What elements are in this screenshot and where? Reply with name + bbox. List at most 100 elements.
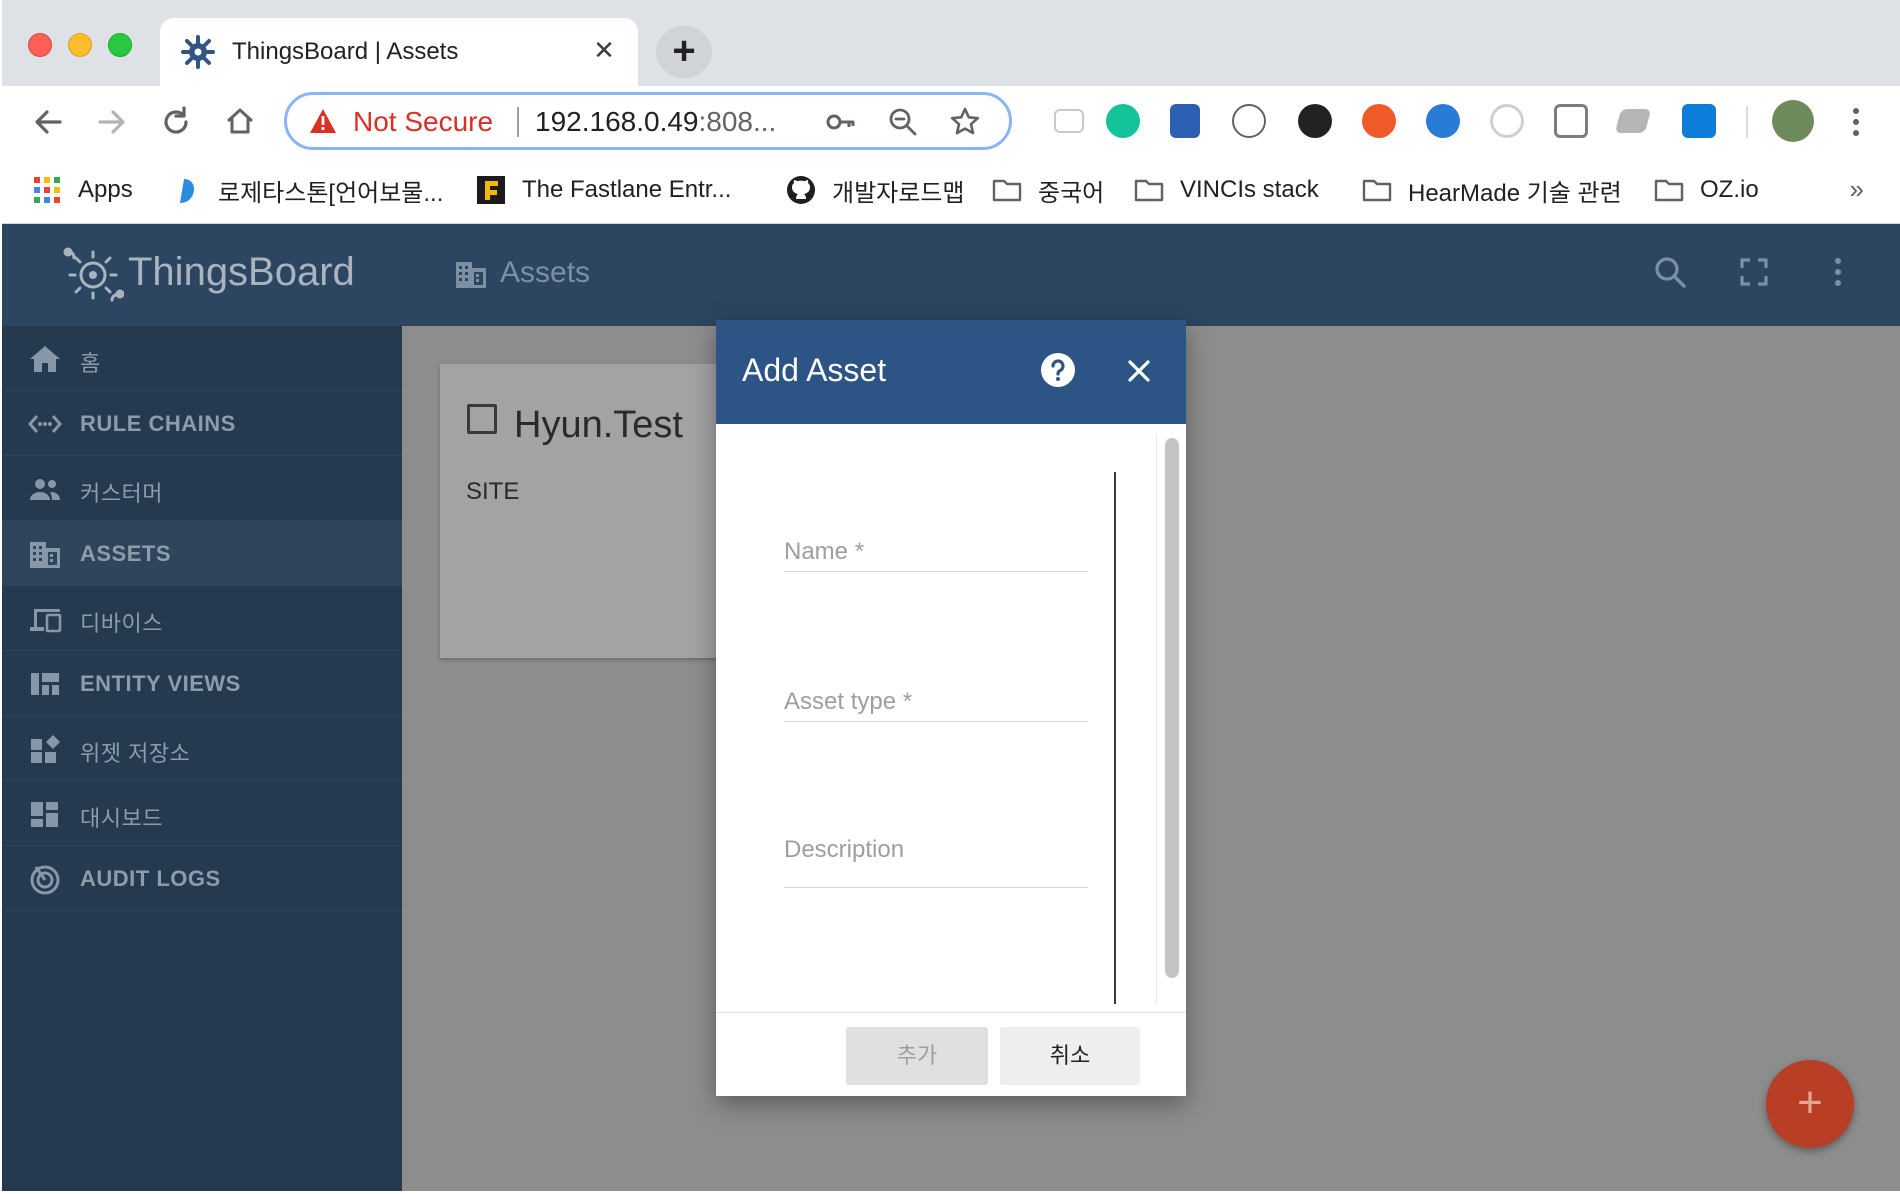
grammarly-icon[interactable]	[1106, 104, 1140, 138]
sidebar-item-label: ASSETS	[80, 541, 172, 566]
lifebuoy-extension-icon[interactable]	[1362, 104, 1396, 138]
close-window-button[interactable]	[28, 33, 52, 57]
zoom-out-icon[interactable]	[887, 106, 919, 138]
bookmark-folder-ozio[interactable]: OZ.io	[1654, 172, 1759, 208]
url-port: :808...	[698, 106, 777, 137]
dialog-scrollbar[interactable]	[1156, 434, 1184, 1004]
more-vert-icon[interactable]	[1820, 254, 1856, 290]
folder-icon	[1134, 179, 1164, 202]
people-icon	[30, 479, 60, 500]
add-asset-fab-button[interactable]: +	[1766, 1060, 1854, 1148]
trello-icon[interactable]	[1682, 104, 1716, 138]
reload-icon[interactable]	[154, 100, 198, 144]
maximize-window-button[interactable]	[108, 33, 132, 57]
apps-grid-icon	[34, 177, 60, 203]
dialog-body: Name * Asset type * Description	[716, 424, 1186, 1014]
domain-icon	[456, 262, 486, 288]
cancel-button[interactable]: 취소	[1000, 1027, 1140, 1085]
address-bar[interactable]: Not Secure 192.168.0.49:808...	[284, 92, 1012, 150]
bookmark-rosetta[interactable]: 로제타스톤[언어보물...	[172, 172, 443, 208]
minimize-window-button[interactable]	[68, 33, 92, 57]
new-tab-button[interactable]: +	[656, 26, 712, 78]
bookmark-label: 개발자로드맵	[832, 179, 965, 207]
sidebar-item-assets[interactable]: ASSETS	[2, 521, 402, 586]
star-bookmark-icon[interactable]	[949, 106, 981, 138]
bookmarks-overflow-icon[interactable]: »	[1850, 174, 1864, 205]
sidebar-item-label: 디바이스	[80, 611, 163, 636]
asset-card[interactable]: Hyun.Test SITE	[440, 364, 760, 658]
sidebar-item-entity-views[interactable]: ENTITY VIEWS	[2, 651, 402, 716]
sidebar-item-rule-chains[interactable]: RULE CHAINS	[2, 391, 402, 456]
globe-extension-icon[interactable]	[1426, 104, 1460, 138]
asset-type: SITE	[466, 478, 520, 505]
home-icon[interactable]	[218, 100, 262, 144]
bookmark-github[interactable]: 개발자로드맵	[786, 172, 964, 208]
search-icon[interactable]	[1652, 254, 1688, 290]
browser-menu-icon[interactable]	[1846, 104, 1866, 140]
thingsboard-logo-icon	[63, 247, 124, 302]
bookmarks-bar: Apps 로제타스톤[언어보물... The Fastlane Entr... …	[2, 158, 1900, 224]
add-button[interactable]: 추가	[846, 1027, 988, 1085]
sidebar-item-customers[interactable]: 커스터머	[2, 456, 402, 521]
fullscreen-icon[interactable]	[1736, 254, 1772, 290]
domain-icon	[30, 542, 60, 568]
bookmark-folder-hearmade[interactable]: HearMade 기술 관련	[1362, 172, 1622, 208]
key-icon[interactable]	[825, 106, 857, 138]
reader-extension-icon[interactable]	[1554, 104, 1588, 138]
asset-type-field[interactable]: Asset type *	[784, 688, 1088, 722]
bookmark-label: HearMade 기술 관련	[1408, 179, 1622, 207]
view-quilt-icon	[31, 673, 59, 695]
url-text[interactable]: 192.168.0.49:808...	[535, 106, 776, 138]
grammar-g-icon[interactable]	[1490, 104, 1524, 138]
sidebar-item-audit-logs[interactable]: AUDIT LOGS	[2, 846, 402, 911]
bookmark-label: 로제타스톤[언어보물...	[218, 179, 444, 207]
back-arrow-icon[interactable]	[26, 100, 70, 144]
sidebar-item-widgets[interactable]: 위젯 저장소	[2, 716, 402, 781]
dialog-header: Add Asset	[716, 320, 1186, 424]
bookmark-extension-icon[interactable]	[1170, 104, 1200, 138]
tab-close-icon[interactable]: ✕	[588, 34, 620, 66]
tab-strip: ThingsBoard | Assets ✕ +	[2, 0, 1900, 86]
profile-avatar[interactable]	[1772, 100, 1814, 142]
json-viewer-icon[interactable]	[1232, 104, 1266, 138]
not-secure-label[interactable]: Not Secure	[353, 106, 493, 138]
asset-select-checkbox[interactable]	[467, 404, 497, 434]
folder-icon	[1654, 179, 1684, 202]
description-field-label: Description	[784, 836, 905, 863]
name-field[interactable]: Name *	[784, 538, 1088, 572]
home-icon	[30, 346, 60, 372]
sidebar-item-devices[interactable]: 디바이스	[2, 586, 402, 651]
dashboard-icon	[31, 802, 58, 827]
bookmark-folder-vincis[interactable]: VINCIs stack	[1134, 172, 1319, 208]
asset-name: Hyun.Test	[514, 404, 683, 446]
bookmark-folder-chinese[interactable]: 중국어	[992, 172, 1104, 208]
name-field-label: Name *	[784, 538, 865, 565]
toolbar-divider	[1746, 106, 1748, 138]
tag-extension-icon[interactable]	[1614, 109, 1652, 133]
browser-tab-active[interactable]: ThingsBoard | Assets ✕	[160, 18, 638, 86]
bookmark-label: VINCIs stack	[1180, 176, 1319, 203]
widgets-icon	[31, 735, 60, 763]
forward-arrow-icon[interactable]	[90, 100, 134, 144]
asset-type-field-label: Asset type *	[784, 688, 913, 715]
scrollbar-thumb[interactable]	[1165, 438, 1179, 978]
url-host: 192.168.0.49	[535, 106, 699, 137]
extension-m-icon[interactable]	[1054, 109, 1084, 133]
timer-extension-icon[interactable]	[1298, 104, 1332, 138]
sidebar-item-home[interactable]: 홈	[2, 326, 402, 391]
bookmark-label: Apps	[78, 176, 133, 203]
code-arrows-icon	[28, 415, 62, 433]
help-icon[interactable]	[1040, 352, 1076, 388]
tab-title: ThingsBoard | Assets	[232, 38, 459, 65]
bookmark-fastlane[interactable]: The Fastlane Entr...	[476, 172, 731, 208]
brand-header: ThingsBoard	[2, 224, 402, 326]
close-icon[interactable]	[1122, 354, 1156, 388]
description-field[interactable]: Description	[784, 836, 1088, 888]
dialog-title: Add Asset	[742, 352, 887, 388]
add-asset-dialog: Add Asset Name * Asset type * Descriptio…	[716, 320, 1186, 1096]
sidebar-item-label: 대시보드	[80, 806, 163, 831]
sidebar-item-dashboards[interactable]: 대시보드	[2, 781, 402, 846]
sidebar-item-label: ENTITY VIEWS	[80, 671, 241, 696]
devices-icon	[30, 609, 62, 633]
bookmark-apps[interactable]: Apps	[32, 172, 133, 208]
